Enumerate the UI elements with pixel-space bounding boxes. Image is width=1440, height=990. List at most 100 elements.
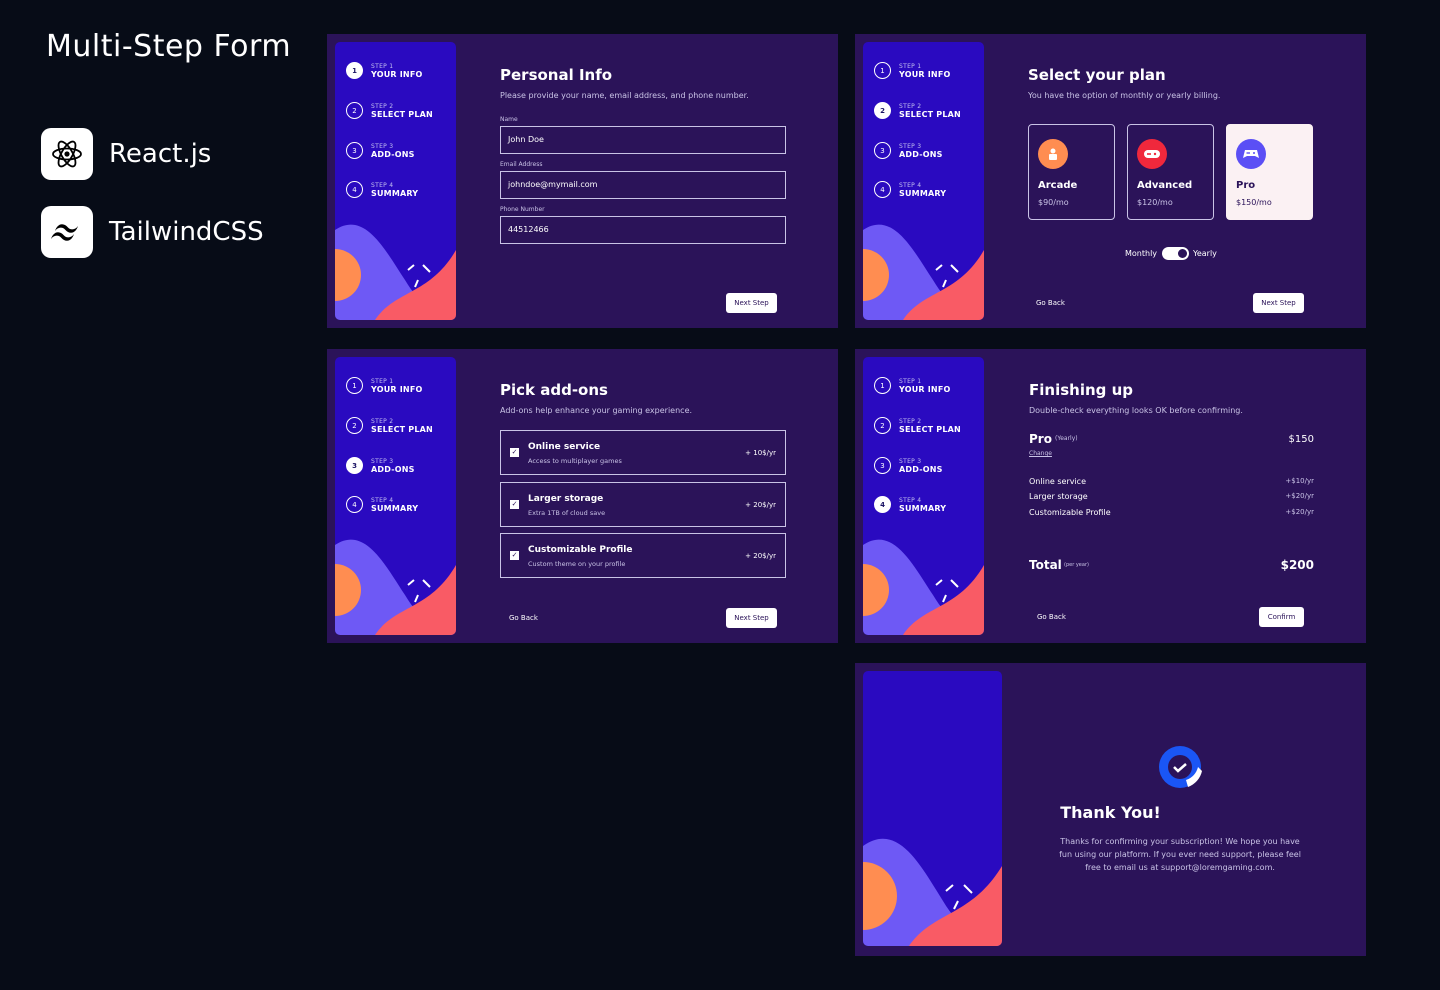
step-number: 4 — [346, 496, 363, 513]
plan-price: $90/mo — [1038, 198, 1069, 207]
step-label: SUMMARY — [371, 188, 419, 198]
section-subtitle: Add-ons help enhance your gaming experie… — [500, 406, 693, 415]
tech-label: React.js — [109, 139, 212, 169]
name-field[interactable]: John Doe — [500, 126, 786, 154]
confirm-button[interactable]: Confirm — [1259, 607, 1304, 627]
sidebar-decoration — [863, 838, 1002, 946]
summary-item-name: Customizable Profile — [1029, 508, 1111, 517]
addon-online-service[interactable]: ✓ Online service Access to multiplayer g… — [500, 430, 786, 475]
check-icon[interactable]: ✓ — [510, 551, 519, 560]
addon-desc: Access to multiplayer games — [528, 457, 622, 465]
step-label: SELECT PLAN — [899, 109, 961, 119]
step-label: ADD-ONS — [371, 464, 415, 474]
sidebar-step-1[interactable]: 1 STEP 1 YOUR INFO — [874, 377, 951, 394]
step-name: STEP 3 — [899, 457, 922, 465]
react-icon — [41, 128, 93, 180]
step-name: STEP 1 — [371, 62, 394, 70]
sidebar: 1 STEP 1 YOUR INFO 2 STEP 2 SELECT PLAN 3 STE… — [335, 42, 456, 320]
sidebar: 1 STEP 1 YOUR INFO 2 STEP 2 SELECT PLAN 3 STE… — [335, 357, 456, 635]
sidebar-step-4[interactable]: 4 STEP 4 SUMMARY — [874, 496, 946, 513]
step-name: STEP 4 — [371, 181, 394, 189]
total-label: Total — [1029, 558, 1062, 572]
summary-item-price: +$10/yr — [1285, 477, 1314, 485]
step-label: ADD-ONS — [899, 149, 943, 159]
step-number: 1 — [874, 62, 891, 79]
sidebar-step-4[interactable]: 4 STEP 4 SUMMARY — [346, 496, 418, 513]
field-label: Email Address — [500, 161, 543, 168]
thank-you-title: Thank You! — [1060, 803, 1161, 822]
email-field[interactable]: johndoe@mymail.com — [500, 171, 786, 199]
addon-larger-storage[interactable]: ✓ Larger storage Extra 1TB of cloud save… — [500, 482, 786, 527]
page-title: Multi-Step Form — [46, 29, 292, 64]
arcade-icon — [1038, 139, 1068, 169]
summary-item-name: Online service — [1029, 477, 1087, 486]
sidebar-step-3[interactable]: 3 STEP 3 ADD-ONS — [874, 457, 943, 474]
yearly-label: Yearly — [1193, 249, 1217, 258]
sidebar-step-2[interactable]: 2 STEP 2 SELECT PLAN — [874, 417, 961, 434]
next-step-button[interactable]: Next Step — [726, 608, 777, 628]
step-name: STEP 3 — [899, 142, 922, 150]
step-label: YOUR INFO — [371, 384, 423, 394]
thank-you-message: Thanks for confirming your subscription!… — [1059, 837, 1301, 872]
go-back-button[interactable]: Go Back — [1036, 299, 1065, 307]
step-number: 3 — [346, 457, 363, 474]
step-number: 4 — [874, 181, 891, 198]
sidebar-step-1[interactable]: 1 STEP 1 YOUR INFO — [346, 62, 423, 79]
section-subtitle: You have the option of monthly or yearly… — [1028, 91, 1221, 100]
step-label: SELECT PLAN — [899, 424, 961, 434]
step-name: STEP 3 — [371, 457, 394, 465]
section-title: Pick add-ons — [500, 381, 608, 399]
phone-field[interactable]: 44512466 — [500, 216, 786, 244]
tech-label: TailwindCSS — [109, 217, 264, 247]
sidebar-step-4[interactable]: 4 STEP 4 SUMMARY — [874, 181, 946, 198]
addon-price: + 10$/yr — [745, 449, 776, 457]
tech-tailwind: TailwindCSS — [41, 206, 264, 258]
addon-desc: Extra 1TB of cloud save — [528, 509, 606, 517]
step-label: SUMMARY — [371, 503, 419, 513]
step-number: 1 — [874, 377, 891, 394]
change-link[interactable]: Change — [1029, 450, 1052, 457]
plan-card-advanced[interactable]: Advanced $120/mo — [1127, 124, 1214, 220]
plan-name: Pro — [1236, 180, 1256, 191]
sidebar-step-4[interactable]: 4 STEP 4 SUMMARY — [346, 181, 418, 198]
next-step-button[interactable]: Next Step — [1253, 293, 1304, 313]
step-label: ADD-ONS — [899, 464, 943, 474]
billing-toggle[interactable] — [1162, 247, 1189, 260]
next-step-button[interactable]: Next Step — [726, 293, 777, 313]
sidebar-step-2[interactable]: 2 STEP 2 SELECT PLAN — [874, 102, 961, 119]
field-label: Phone Number — [500, 206, 545, 213]
plan-name: Arcade — [1038, 180, 1078, 191]
step-label: SELECT PLAN — [371, 424, 433, 434]
addon-customizable-profile[interactable]: ✓ Customizable Profile Custom theme on y… — [500, 533, 786, 578]
step-name: STEP 1 — [371, 377, 394, 385]
go-back-button[interactable]: Go Back — [1037, 613, 1066, 621]
panel-summary: 1 STEP 1 YOUR INFO 2 STEP 2 SELECT PLAN 3 STE… — [855, 349, 1366, 643]
plan-card-arcade[interactable]: Arcade $90/mo — [1028, 124, 1115, 220]
addon-name: Online service — [528, 442, 601, 452]
tailwind-icon — [41, 206, 93, 258]
step-name: STEP 2 — [371, 417, 394, 425]
sidebar-step-3[interactable]: 3 STEP 3 ADD-ONS — [874, 142, 943, 159]
step-number: 4 — [874, 496, 891, 513]
section-title: Finishing up — [1029, 381, 1134, 399]
plan-card-pro[interactable]: Pro $150/mo — [1226, 124, 1313, 220]
step-label: YOUR INFO — [899, 69, 951, 79]
step-label: ADD-ONS — [371, 149, 415, 159]
sidebar-step-3[interactable]: 3 STEP 3 ADD-ONS — [346, 142, 415, 159]
tech-react: React.js — [41, 128, 211, 180]
sidebar-step-1[interactable]: 1 STEP 1 YOUR INFO — [874, 62, 951, 79]
field-label: Name — [500, 116, 518, 123]
sidebar-step-2[interactable]: 2 STEP 2 SELECT PLAN — [346, 102, 433, 119]
check-icon[interactable]: ✓ — [510, 448, 519, 457]
sidebar-step-2[interactable]: 2 STEP 2 SELECT PLAN — [346, 417, 433, 434]
monthly-label: Monthly — [1125, 249, 1158, 258]
sidebar-step-1[interactable]: 1 STEP 1 YOUR INFO — [346, 377, 423, 394]
check-icon[interactable]: ✓ — [510, 500, 519, 509]
addon-name: Larger storage — [528, 494, 604, 504]
panel-thank-you: Thank You! Thanks for confirming your su… — [855, 663, 1366, 956]
step-label: SELECT PLAN — [371, 109, 433, 119]
go-back-button[interactable]: Go Back — [509, 614, 538, 622]
step-number: 4 — [346, 181, 363, 198]
step-name: STEP 2 — [371, 102, 394, 110]
sidebar-step-3[interactable]: 3 STEP 3 ADD-ONS — [346, 457, 415, 474]
